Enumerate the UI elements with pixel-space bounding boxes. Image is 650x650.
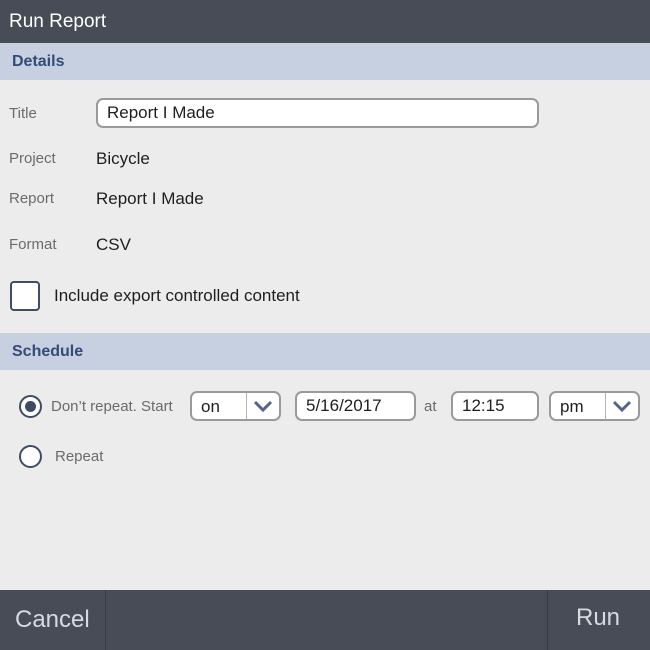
start-time-input[interactable]: [451, 391, 539, 421]
export-controlled-label[interactable]: Include export controlled content: [54, 286, 300, 306]
dont-repeat-radio[interactable]: [19, 395, 42, 418]
run-button[interactable]: Run: [576, 588, 620, 648]
radio-selected-dot: [25, 401, 36, 412]
project-value: Bicycle: [96, 149, 150, 168]
project-label: Project: [9, 150, 56, 167]
footer-divider: [547, 590, 548, 650]
start-date-input[interactable]: [295, 391, 416, 421]
format-label: Format: [9, 236, 57, 253]
chevron-down-icon: [605, 393, 638, 419]
start-mode-select[interactable]: on: [190, 391, 281, 421]
schedule-header: Schedule: [0, 333, 650, 370]
ampm-select[interactable]: pm: [549, 391, 640, 421]
report-value: Report I Made: [96, 189, 204, 208]
title-input[interactable]: [96, 98, 539, 128]
cancel-button[interactable]: Cancel: [15, 590, 90, 650]
start-mode-value: on: [201, 397, 220, 416]
ampm-value: pm: [560, 397, 584, 416]
footer-bar: Cancel Run: [0, 590, 650, 650]
dont-repeat-label[interactable]: Don’t repeat. Start: [51, 398, 173, 415]
format-value: CSV: [96, 235, 131, 254]
title-label: Title: [9, 105, 37, 122]
repeat-label[interactable]: Repeat: [55, 448, 103, 465]
export-controlled-checkbox[interactable]: [10, 281, 40, 311]
footer-divider: [105, 590, 106, 650]
repeat-radio[interactable]: [19, 445, 42, 468]
at-label: at: [424, 398, 437, 415]
report-label: Report: [9, 190, 55, 207]
details-panel: Title Project Bicycle Report Report I Ma…: [0, 80, 650, 333]
details-header: Details: [0, 43, 650, 80]
window-title: Run Report: [0, 0, 650, 43]
chevron-down-icon: [246, 393, 279, 419]
schedule-panel: Don’t repeat. Start on at pm Repeat: [0, 370, 650, 590]
